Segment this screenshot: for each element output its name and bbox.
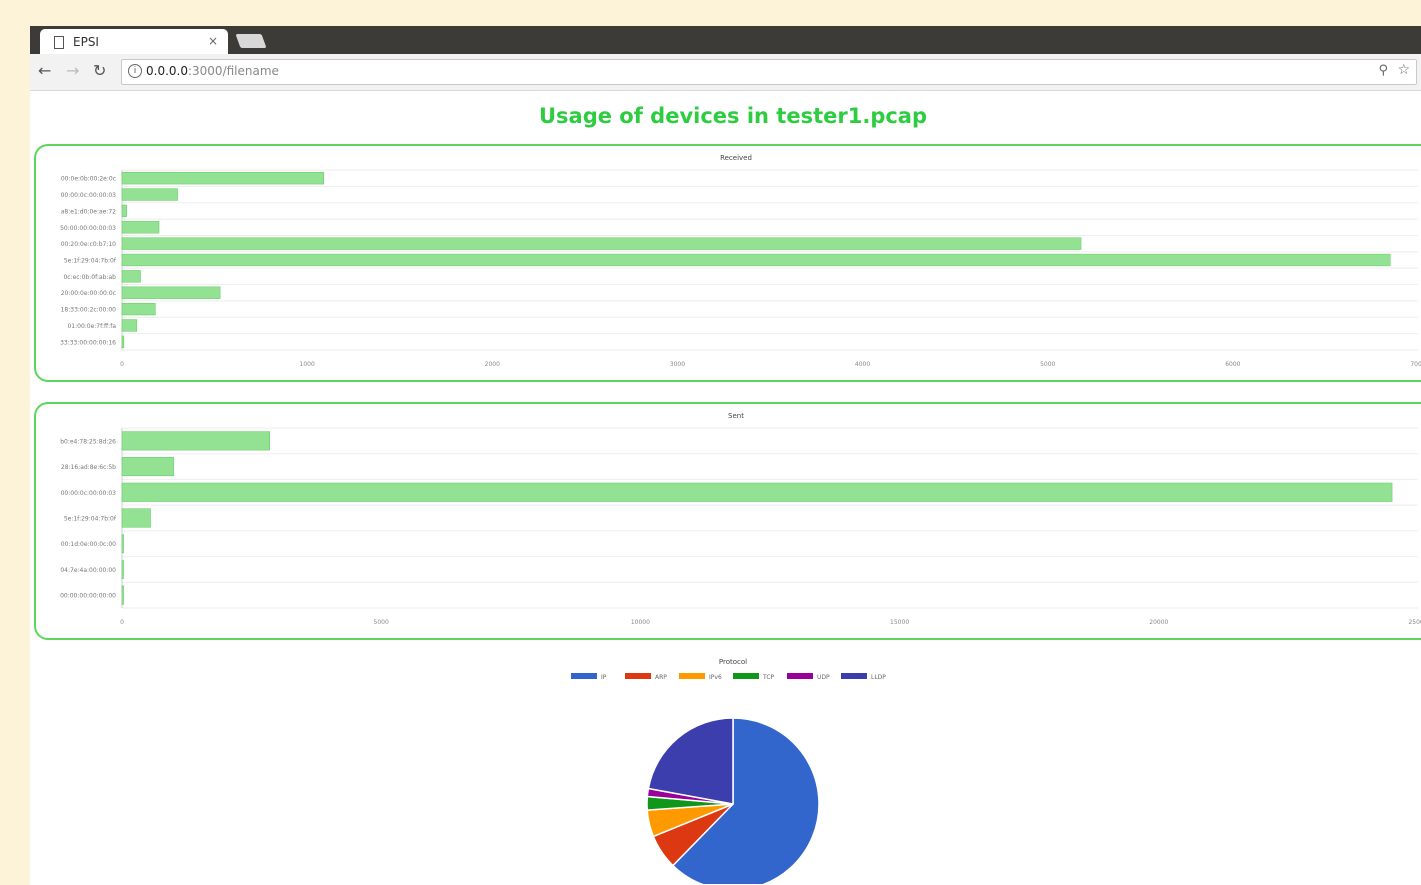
category-label: 20:00:0e:00:00:0c xyxy=(61,290,116,297)
url-host: 0.0.0.0 xyxy=(146,64,188,78)
sent-bar-chart: Sentb0:e4:78:25:8d:2628:16:ad:8e:6c:5b00… xyxy=(60,412,1421,626)
x-tick-label: 20000 xyxy=(1149,619,1168,626)
chart-title: Sent xyxy=(728,412,744,420)
close-tab-icon[interactable]: × xyxy=(208,34,218,48)
bar[interactable] xyxy=(121,457,175,477)
x-tick-label: 5000 xyxy=(1040,361,1055,368)
category-label: 01:00:0e:7f:ff:fa xyxy=(67,323,116,330)
x-tick-label: 15000 xyxy=(890,619,909,626)
page-title: Usage of devices in tester1.pcap xyxy=(539,104,927,128)
document-icon xyxy=(54,36,64,49)
legend-swatch xyxy=(679,673,705,679)
x-tick-label: 5000 xyxy=(374,619,389,626)
bar[interactable] xyxy=(121,482,1393,502)
back-arrow-icon[interactable]: ← xyxy=(38,62,51,80)
bar[interactable] xyxy=(121,431,270,451)
tab-strip: EPSI × xyxy=(30,26,1421,54)
legend-swatch xyxy=(625,673,651,679)
category-label: 00:0e:0b:00:2e:0c xyxy=(61,176,116,183)
protocol-pie-chart: ProtocolIPARPIPv6TCPUDPLLDPTotal packets… xyxy=(571,658,886,884)
url-path: :3000/filename xyxy=(187,64,279,78)
bar[interactable] xyxy=(121,534,124,554)
legend-swatch xyxy=(733,673,759,679)
category-label: 33:33:00:00:00:16 xyxy=(60,339,116,346)
category-label: 18:33:00:2c:00:00 xyxy=(61,307,117,314)
category-label: 28:16:ad:8e:6c:5b xyxy=(61,464,116,471)
pie-title: Protocol xyxy=(719,658,747,666)
legend-label: UDP xyxy=(817,674,830,681)
category-label: 50:00:00:00:00:03 xyxy=(60,225,116,232)
browser-toolbar: ← → ↻ i 0.0.0.0:3000/filename ⚲ ☆ xyxy=(30,54,1421,91)
forward-arrow-icon[interactable]: → xyxy=(66,62,79,80)
bar[interactable] xyxy=(121,253,1391,267)
info-icon[interactable]: i xyxy=(128,64,142,78)
sent-chart-card: Sent b0:e4:78:25:8d:26 28:16:ad:8e:6c:5b 00… xyxy=(34,402,1421,640)
legend-label: IPv6 xyxy=(709,674,722,681)
bar[interactable] xyxy=(121,319,138,332)
reload-icon[interactable]: ↻ xyxy=(93,62,106,80)
legend-swatch xyxy=(787,673,813,679)
category-label: b0:e4:78:25:8d:26 xyxy=(60,438,116,445)
x-tick-label: 0 xyxy=(120,361,124,368)
url-text: 0.0.0.0:3000/filename xyxy=(146,64,279,78)
x-tick-label: 4000 xyxy=(855,361,870,368)
x-tick-label: 1000 xyxy=(300,361,315,368)
x-tick-label: 6000 xyxy=(1225,361,1240,368)
category-label: 04:7e:4a:00:00:00 xyxy=(60,567,116,574)
legend-label: LLDP xyxy=(871,674,886,681)
category-label: 5e:1f:29:04:7b:0f xyxy=(64,516,117,523)
pie-slice[interactable] xyxy=(647,717,734,805)
address-bar[interactable]: i 0.0.0.0:3000/filename ⚲ ☆ xyxy=(121,59,1417,85)
legend-label: TCP xyxy=(762,674,775,681)
chart-title: Received xyxy=(720,154,752,162)
bar[interactable] xyxy=(121,302,156,316)
bar[interactable] xyxy=(121,559,124,579)
category-label: 5e:1f:29:04:7b:0f xyxy=(64,258,117,265)
legend-swatch xyxy=(571,673,597,679)
bar[interactable] xyxy=(121,585,124,605)
bar[interactable] xyxy=(121,221,160,234)
bar[interactable] xyxy=(121,188,178,201)
x-tick-label: 25000 xyxy=(1408,619,1421,626)
bar[interactable] xyxy=(121,237,1082,250)
category-label: 00:00:00:00:00:00 xyxy=(60,593,116,600)
browser-window: EPSI × ← → ↻ i 0.0.0.0:3000/filename ⚲ ☆… xyxy=(30,26,1421,885)
x-tick-label: 0 xyxy=(120,619,124,626)
category-label: 00:20:0e:c0:b7:10 xyxy=(61,241,116,248)
category-label: 00:00:0c:00:00:03 xyxy=(61,192,117,199)
category-label: 0c:ec:0b:0f:ab:ab xyxy=(63,274,116,281)
category-label: a8:e1:d0:0e:ae:72 xyxy=(61,208,116,215)
received-chart-card: Received 00:0e:0b:00:2e:0c 00:00:0c:00:00:… xyxy=(34,144,1421,382)
bookmark-star-icon[interactable]: ☆ xyxy=(1397,62,1410,78)
x-tick-label: 7000 xyxy=(1410,361,1421,368)
bar[interactable] xyxy=(121,204,127,218)
bar[interactable] xyxy=(121,508,151,528)
bar[interactable] xyxy=(121,335,125,348)
x-tick-label: 10000 xyxy=(631,619,650,626)
new-tab-button[interactable] xyxy=(235,34,267,48)
category-label: 00:00:0c:00:00:03 xyxy=(61,490,117,497)
legend-swatch xyxy=(841,673,867,679)
bar[interactable] xyxy=(121,270,141,283)
zoom-icon[interactable]: ⚲ xyxy=(1378,63,1388,78)
x-tick-label: 2000 xyxy=(485,361,500,368)
legend-label: ARP xyxy=(655,674,667,681)
x-tick-label: 3000 xyxy=(670,361,685,368)
bar[interactable] xyxy=(121,172,325,185)
bar[interactable] xyxy=(121,286,221,299)
tab-title: EPSI xyxy=(73,35,99,49)
category-label: 00:1d:0e:00:0c:00 xyxy=(61,541,116,548)
received-bar-chart: Received 00:0e:0b:00:2e:0c 00:00:0c:00:00:… xyxy=(60,154,1421,368)
legend-label: IP xyxy=(601,674,607,681)
tab-epsi[interactable]: EPSI × xyxy=(40,29,228,54)
